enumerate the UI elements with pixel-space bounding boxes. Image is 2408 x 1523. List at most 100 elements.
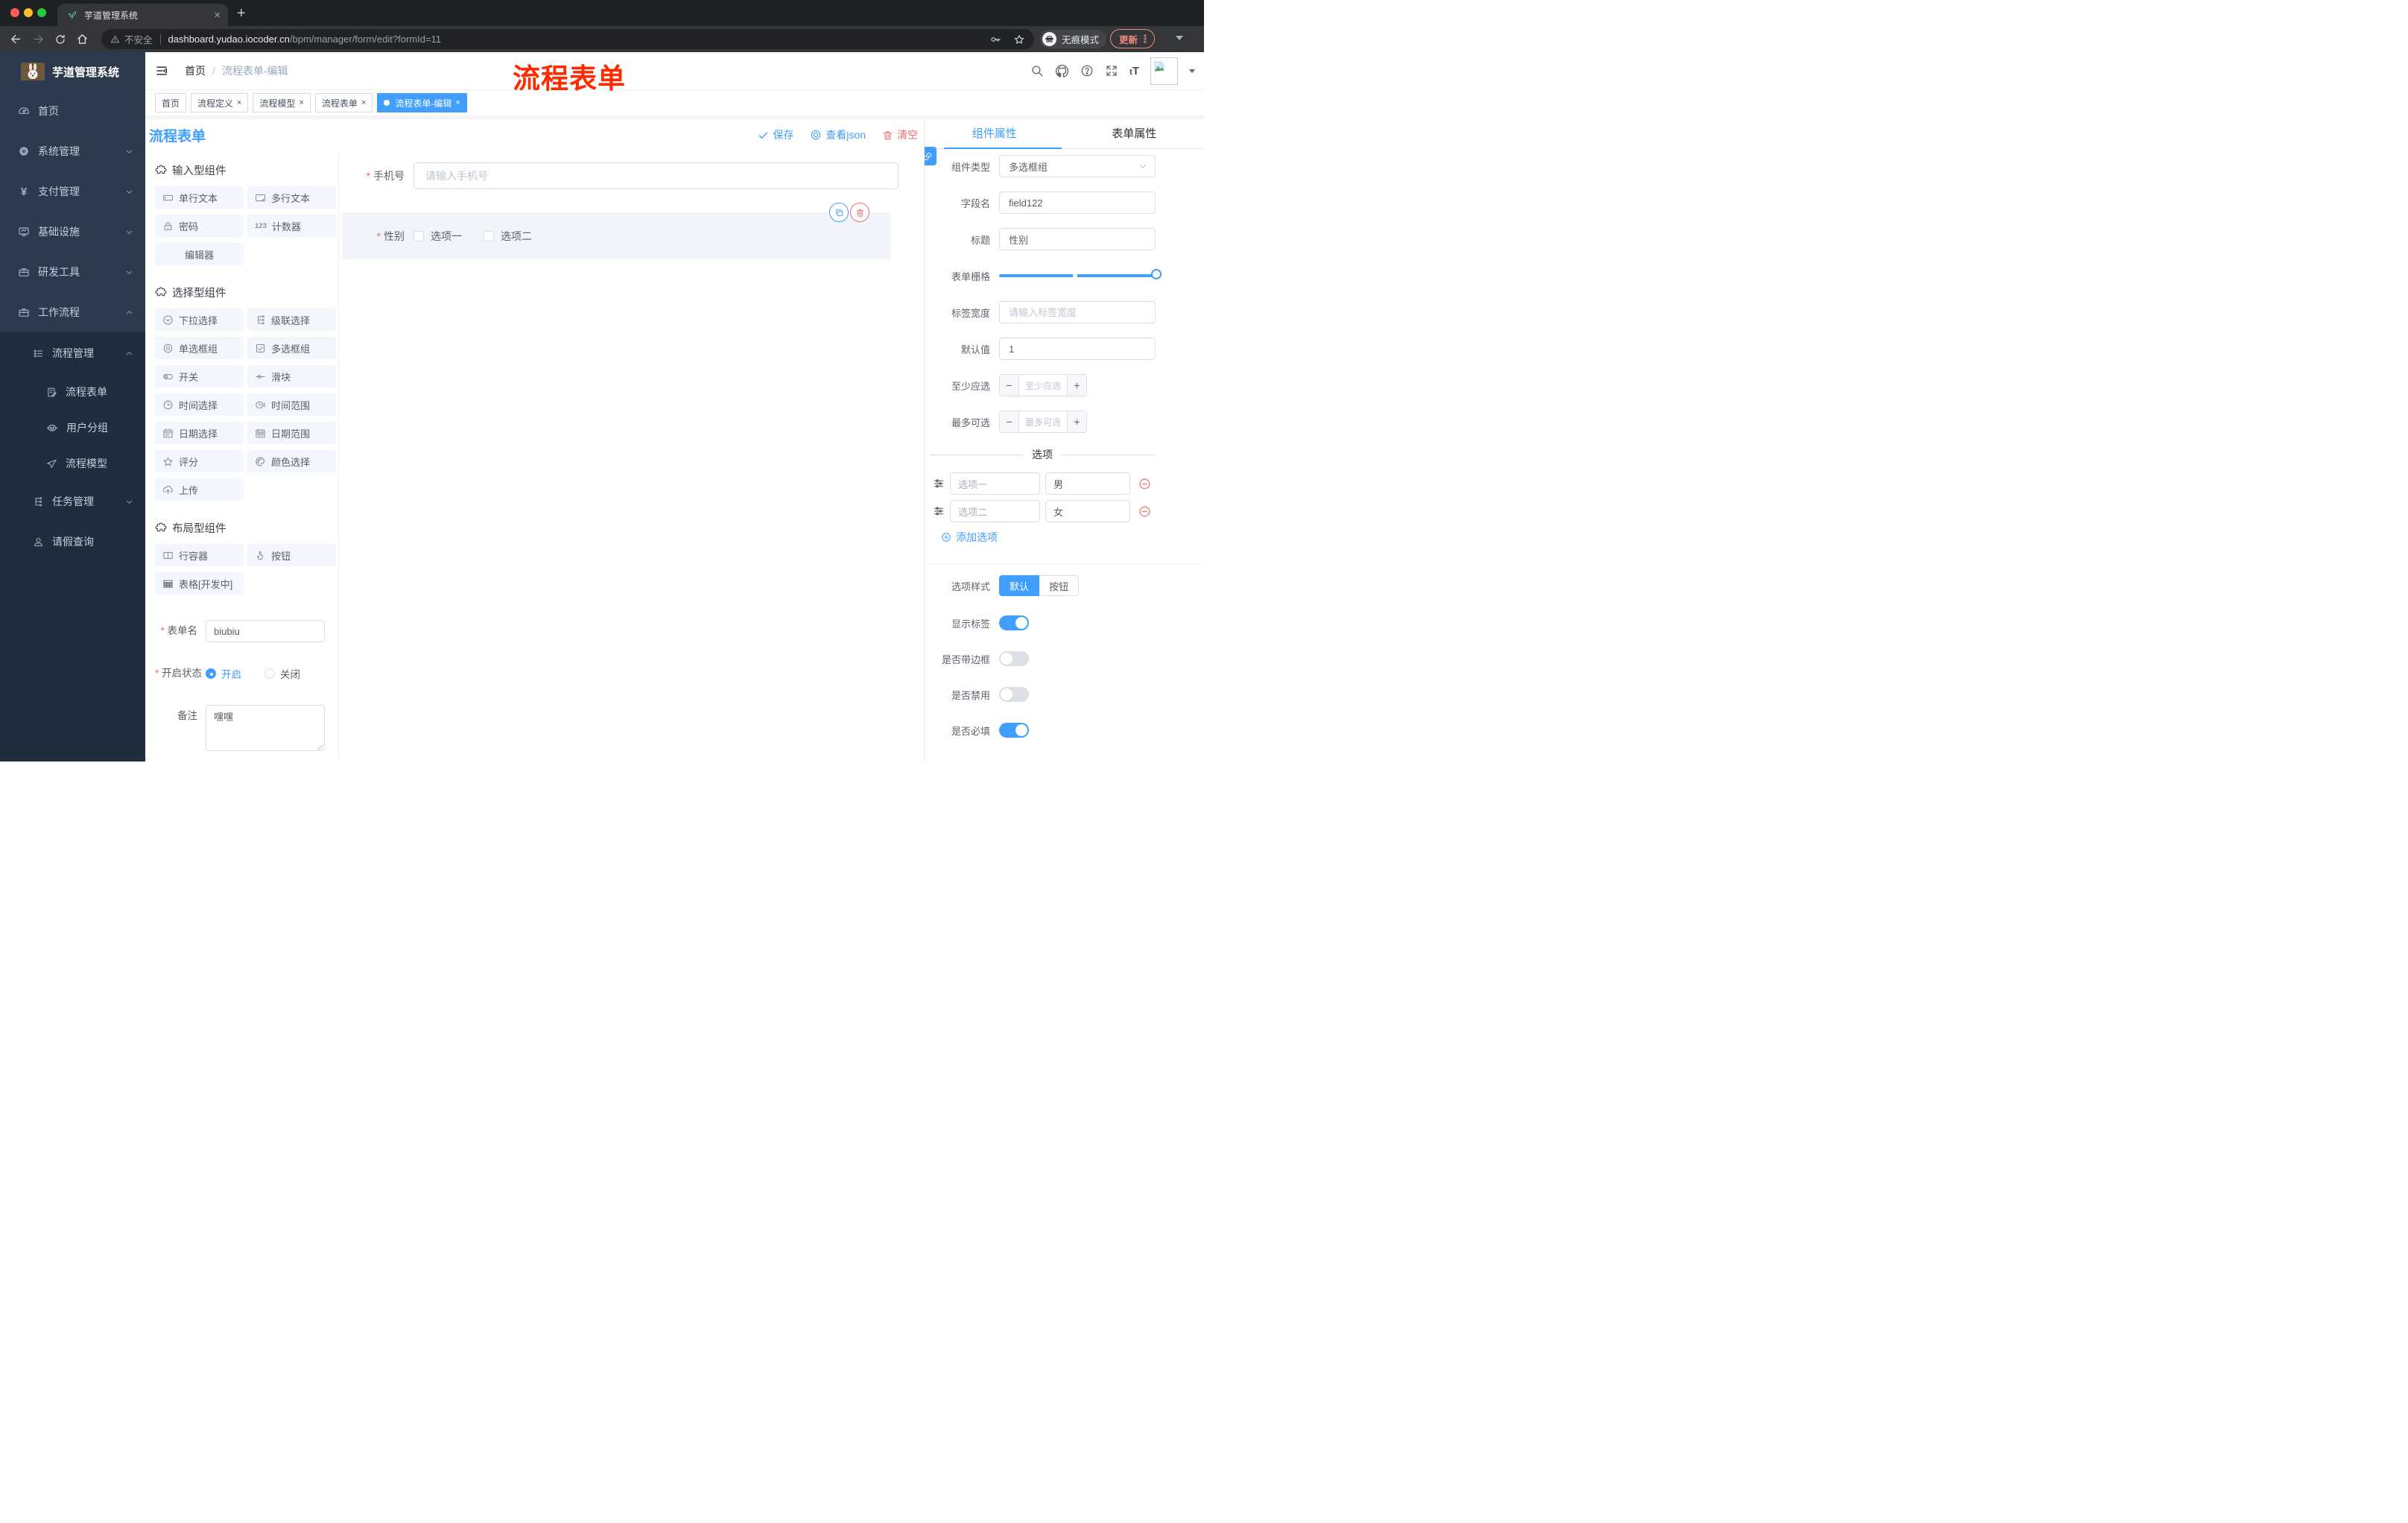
palette-item-button[interactable]: 按钮 [247, 544, 336, 566]
default-value-input[interactable] [999, 338, 1156, 360]
sidebar-item-process-model[interactable]: 流程模型 [0, 446, 145, 481]
app-logo[interactable]: 芋道管理系统 [0, 52, 145, 91]
drag-handle-icon[interactable] [933, 478, 945, 490]
tag-process-form-edit[interactable]: 流程表单-编辑 × [377, 93, 467, 113]
field-name-input[interactable] [999, 191, 1156, 214]
palette-item-cascader[interactable]: 级联选择 [247, 308, 336, 331]
add-option-button[interactable]: 添加选项 [941, 530, 1204, 545]
canvas-field-gender-selected[interactable]: 性别 选项一 选项二 [342, 203, 890, 259]
required-toggle[interactable] [999, 723, 1029, 738]
link-anchor-button[interactable] [925, 147, 937, 165]
max-select-value[interactable]: 最多可选 [1019, 411, 1067, 432]
sidebar-item-devtools[interactable]: 研发工具 [0, 252, 145, 292]
gender-checkbox-option2[interactable]: 选项二 [484, 229, 532, 244]
avatar-dropdown-caret-icon[interactable] [1189, 69, 1195, 73]
palette-item-color-picker[interactable]: 颜色选择 [247, 450, 336, 472]
tag-close-icon[interactable]: × [361, 98, 366, 107]
reload-icon[interactable] [54, 34, 66, 45]
palette-item-radio-group[interactable]: 单选框组 [155, 337, 244, 359]
remove-option-button[interactable] [1138, 505, 1151, 518]
stepper-plus-button[interactable]: + [1067, 411, 1086, 432]
border-toggle[interactable] [999, 651, 1029, 666]
collapse-sidebar-icon[interactable] [155, 64, 168, 77]
palette-item-slider[interactable]: 滑块 [247, 365, 336, 387]
label-width-input[interactable] [999, 301, 1156, 323]
option2-label-input[interactable] [950, 500, 1040, 522]
duplicate-component-button[interactable] [829, 203, 849, 222]
home-icon[interactable] [76, 33, 89, 45]
min-select-stepper[interactable]: − 至少应选 + [999, 374, 1087, 396]
tag-home[interactable]: 首页 [155, 93, 187, 113]
form-canvas[interactable]: 手机号 性别 选项一 选项二 [339, 151, 924, 762]
window-minimize-button[interactable] [24, 8, 33, 17]
sidebar-item-system[interactable]: 系统管理 [0, 131, 145, 171]
status-radio-on[interactable]: 开启 [206, 666, 241, 681]
delete-component-button[interactable] [850, 203, 869, 222]
forward-icon[interactable] [32, 33, 45, 45]
show-label-toggle[interactable] [999, 615, 1029, 630]
slider-track[interactable] [999, 269, 1162, 279]
tag-close-icon[interactable]: × [237, 98, 241, 107]
tag-close-icon[interactable]: × [455, 98, 460, 107]
palette-item-table[interactable]: 表格[开发中] [155, 572, 244, 595]
palette-item-time-range[interactable]: 时间范围 [247, 393, 336, 416]
view-json-button[interactable]: 查看json [810, 127, 866, 142]
back-icon[interactable] [10, 33, 22, 45]
option1-label-input[interactable] [950, 472, 1040, 495]
stepper-plus-button[interactable]: + [1067, 375, 1086, 396]
palette-item-date-picker[interactable]: 日期选择 [155, 422, 244, 444]
tag-process-definition[interactable]: 流程定义 × [191, 93, 249, 113]
palette-item-date-range[interactable]: 日期范围 [247, 422, 336, 444]
sidebar-item-home[interactable]: 首页 [0, 91, 145, 131]
remove-option-button[interactable] [1138, 478, 1151, 490]
save-button[interactable]: 保存 [758, 127, 793, 142]
palette-item-rate[interactable]: 评分 [155, 450, 244, 472]
gender-checkbox-option1[interactable]: 选项一 [414, 229, 462, 244]
palette-item-text-input[interactable]: 单行文本 [155, 186, 244, 209]
help-question-icon[interactable] [1080, 64, 1094, 77]
update-browser-button[interactable]: 更新 [1110, 29, 1156, 48]
palette-item-editor[interactable]: 编辑器 [155, 243, 244, 265]
palette-item-switch[interactable]: 开关 [155, 365, 244, 387]
palette-item-row-container[interactable]: 行容器 [155, 544, 244, 566]
tab-close-icon[interactable]: × [214, 10, 221, 21]
font-size-icon[interactable]: tT [1129, 65, 1139, 77]
fullscreen-icon[interactable] [1105, 64, 1118, 77]
title-input[interactable] [999, 228, 1156, 250]
tag-process-model[interactable]: 流程模型 × [253, 93, 311, 113]
address-bar[interactable]: 不安全 dashboard.yudao.iocoder.cn/bpm/manag… [101, 29, 1034, 49]
browser-tab[interactable]: 芋道管理系统 × [57, 4, 228, 26]
palette-item-counter[interactable]: 123 计数器 [247, 215, 336, 237]
clear-button[interactable]: 清空 [882, 127, 918, 142]
option2-value-input[interactable] [1045, 500, 1130, 522]
github-icon[interactable] [1055, 64, 1069, 78]
min-select-value[interactable]: 至少应选 [1019, 375, 1067, 396]
sidebar-item-process-form[interactable]: 流程表单 [0, 374, 145, 410]
tab-form-props[interactable]: 表单属性 [1065, 119, 1205, 148]
tab-component-props[interactable]: 组件属性 [925, 119, 1065, 148]
stepper-minus-button[interactable]: − [1000, 411, 1019, 432]
sidebar-item-infra[interactable]: 基础设施 [0, 212, 145, 252]
palette-item-checkbox-group[interactable]: 多选框组 [247, 337, 336, 359]
style-default-button[interactable]: 默认 [999, 575, 1040, 596]
disabled-toggle[interactable] [999, 687, 1029, 702]
sidebar-item-process-mgmt[interactable]: 流程管理 [0, 332, 145, 374]
sidebar-item-user-group[interactable]: 用户分组 [0, 410, 145, 446]
sidebar-item-payment[interactable]: ¥ 支付管理 [0, 171, 145, 212]
form-name-input[interactable] [206, 620, 325, 642]
toolbar-dropdown-caret-icon[interactable] [1176, 36, 1183, 40]
new-tab-button[interactable]: + [237, 5, 246, 22]
phone-field-input[interactable] [414, 162, 899, 189]
tag-close-icon[interactable]: × [299, 98, 303, 107]
avatar[interactable] [1150, 57, 1178, 85]
kebab-menu-icon[interactable] [1140, 34, 1150, 44]
sidebar-item-workflow[interactable]: 工作流程 [0, 292, 145, 332]
sidebar-item-task-mgmt[interactable]: 任务管理 [0, 481, 145, 522]
status-radio-off[interactable]: 关闭 [264, 666, 300, 681]
style-button-button[interactable]: 按钮 [1039, 575, 1080, 596]
window-zoom-button[interactable] [37, 8, 46, 17]
slider-handle[interactable] [1151, 269, 1162, 279]
form-remark-textarea[interactable] [206, 705, 325, 751]
drag-handle-icon[interactable] [933, 505, 945, 517]
palette-item-upload[interactable]: 上传 [155, 478, 244, 501]
